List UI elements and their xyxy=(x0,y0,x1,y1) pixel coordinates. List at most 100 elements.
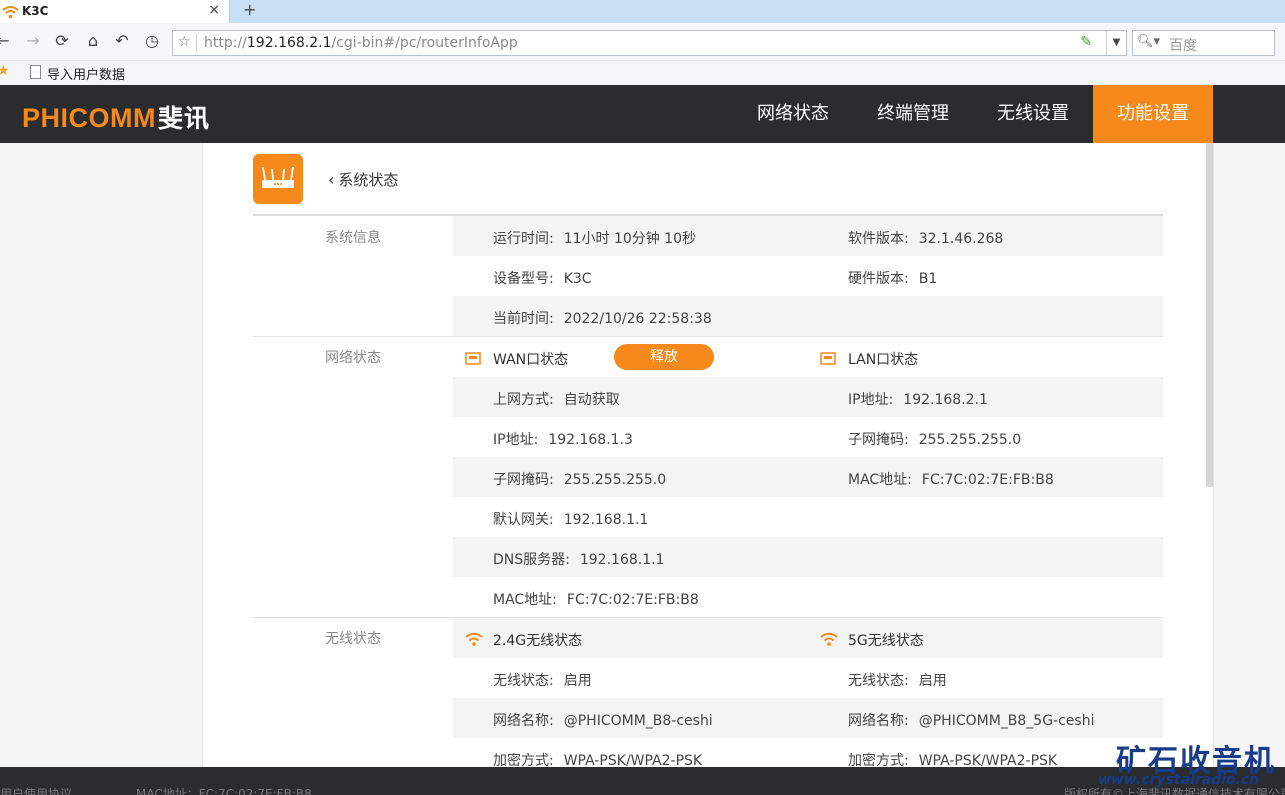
back-arrow-icon[interactable]: ← xyxy=(0,32,12,50)
w5-ssid-field: 网络名称: @PHICOMM_B8_5G-ceshi xyxy=(848,710,1094,730)
bookmark-star-icon[interactable]: ☆ xyxy=(178,34,191,50)
w5-state-value: 启用 xyxy=(918,673,947,689)
w5-state-label: 无线状态: xyxy=(848,673,909,689)
lan-ip-field: IP地址: 192.168.2.1 xyxy=(848,389,988,409)
time-label: 当前时间: xyxy=(493,311,554,327)
scrollbar-thumb[interactable] xyxy=(1206,143,1213,487)
model-value: K3C xyxy=(563,271,592,287)
footer-mac: MAC地址：FC:7C:02:7E:FB:B8 xyxy=(136,787,312,795)
menu-function-settings[interactable]: 功能设置 xyxy=(1093,85,1213,143)
menu-network-status[interactable]: 网络状态 xyxy=(733,85,853,143)
w24-state-field: 无线状态: 启用 xyxy=(493,670,592,690)
wifi-24g-title: 2.4G无线状态 xyxy=(493,633,583,649)
lan-mask-value: 255.255.255.0 xyxy=(918,432,1022,448)
lan-mac-label: MAC地址: xyxy=(848,472,912,488)
info-row: MAC地址: FC:7C:02:7E:FB:B8 xyxy=(453,577,1163,617)
logo-en: PHICOMM xyxy=(22,103,156,133)
new-tab-button[interactable]: + xyxy=(243,0,256,19)
wan-dns-field: DNS服务器: 192.168.1.1 xyxy=(493,549,664,569)
document-icon xyxy=(30,65,41,79)
search-box[interactable]: 🔍︎▾ 百度 xyxy=(1132,30,1275,56)
w5-state-field: 无线状态: 启用 xyxy=(848,670,947,690)
router-header: PHICOMM斐讯 网络状态 终端管理 无线设置 功能设置 xyxy=(0,85,1285,143)
wan-mask-label: 子网掩码: xyxy=(493,472,554,488)
phicomm-logo: PHICOMM斐讯 xyxy=(22,99,210,135)
url-path: /cgi-bin#/pc/routerInfoApp xyxy=(331,35,518,51)
tab-close-icon[interactable]: × xyxy=(208,2,220,18)
menu-device-management[interactable]: 终端管理 xyxy=(853,85,973,143)
w5-ssid-value: @PHICOMM_B8_5G-ceshi xyxy=(918,713,1095,729)
section-label-wireless: 无线状态 xyxy=(325,631,381,647)
wan-mac-value: FC:7C:02:7E:FB:B8 xyxy=(566,592,699,608)
address-separator xyxy=(196,34,197,52)
wan-mode-value: 自动获取 xyxy=(563,392,620,408)
section-label-network: 网络状态 xyxy=(325,350,381,366)
back-label: 系统状态 xyxy=(338,171,399,189)
right-gutter xyxy=(1213,143,1285,767)
favorites-star-icon[interactable]: ★ xyxy=(0,63,10,79)
address-url[interactable]: http://192.168.2.1/cgi-bin#/pc/routerInf… xyxy=(204,35,518,51)
tab-favicon-wifi-icon xyxy=(2,4,19,23)
url-host: 192.168.2.1 xyxy=(246,35,332,51)
lan-status-title: LAN口状态 xyxy=(848,352,919,368)
browser-tab-bar: K3C × + xyxy=(0,0,1285,23)
uptime-value: 11小时 10分钟 10秒 xyxy=(563,231,697,247)
search-placeholder: 百度 xyxy=(1169,38,1197,54)
router-app-icon xyxy=(253,154,303,204)
network-header-row: WAN口状态 释放 LAN口状态 xyxy=(453,337,1163,377)
info-row: 运行时间: 11小时 10分钟 10秒 软件版本: 32.1.46.268 xyxy=(453,216,1163,256)
menu-wireless-settings[interactable]: 无线设置 xyxy=(973,85,1093,143)
undo-icon[interactable]: ↶ xyxy=(113,32,131,50)
tab-title: K3C xyxy=(22,4,49,18)
page-body: ‹ 系统状态 系统信息 运行时间: 11小时 10分钟 10秒 软件版本: 32.1.… xyxy=(0,143,1285,769)
lan-port-icon xyxy=(820,350,836,369)
wan-mode-field: 上网方式: 自动获取 xyxy=(493,389,620,409)
logo-cn: 斐讯 xyxy=(158,105,211,133)
wifi-5g-icon xyxy=(820,631,838,650)
home-icon[interactable]: ⌂ xyxy=(84,32,102,50)
w24-state-value: 启用 xyxy=(563,673,592,689)
hw-value: B1 xyxy=(918,271,938,287)
wan-ip-field: IP地址: 192.168.1.3 xyxy=(493,429,633,449)
time-value: 2022/10/26 22:58:38 xyxy=(563,311,712,327)
wan-dns-value: 192.168.1.1 xyxy=(579,552,665,568)
chevron-left-icon: ‹ xyxy=(328,170,335,189)
release-button[interactable]: 释放 xyxy=(614,344,714,370)
wan-mac-label: MAC地址: xyxy=(493,592,557,608)
forward-arrow-icon[interactable]: → xyxy=(24,32,42,50)
w24-state-label: 无线状态: xyxy=(493,673,554,689)
history-clock-icon[interactable]: ◷ xyxy=(143,32,161,50)
url-prefix: http:// xyxy=(204,35,247,51)
back-to-system-status[interactable]: ‹ 系统状态 xyxy=(328,169,398,190)
lan-mask-label: 子网掩码: xyxy=(848,432,909,448)
current-time-field: 当前时间: 2022/10/26 22:58:38 xyxy=(493,308,712,328)
wan-port-icon xyxy=(465,350,481,369)
w24-ssid-value: @PHICOMM_B8-ceshi xyxy=(563,713,713,729)
address-dropdown-icon[interactable]: ▼ xyxy=(1106,31,1126,55)
browser-nav-bar: ← → ⟳ ⌂ ↶ ◷ ☆ http://192.168.2.1/cgi-bin… xyxy=(0,23,1285,61)
search-icon[interactable]: 🔍︎▾ xyxy=(1137,34,1160,49)
wifi-24g-icon xyxy=(465,631,483,650)
model-field: 设备型号: K3C xyxy=(493,268,592,288)
refresh-icon[interactable]: ⟳ xyxy=(53,32,71,50)
wan-ip-value: 192.168.1.3 xyxy=(548,432,633,448)
w24-ssid-label: 网络名称: xyxy=(493,713,554,729)
wireless-header-row: 2.4G无线状态 5G无线状态 xyxy=(453,618,1163,658)
browser-tab[interactable]: K3C × xyxy=(0,0,230,23)
hw-label: 硬件版本: xyxy=(848,271,909,287)
wifi-5g-title: 5G无线状态 xyxy=(848,633,924,649)
software-version-field: 软件版本: 32.1.46.268 xyxy=(848,228,1003,248)
info-row: 默认网关: 192.168.1.1 xyxy=(453,497,1163,537)
lan-mask-field: 子网掩码: 255.255.255.0 xyxy=(848,429,1021,449)
footer-agreement-link[interactable]: 用户使用协议 xyxy=(0,785,72,795)
hardware-version-field: 硬件版本: B1 xyxy=(848,268,937,288)
site-watermark: 矿石收音机 www.crystalradio.cn xyxy=(1088,736,1283,794)
compat-mode-icon[interactable]: ✎ xyxy=(1080,34,1092,50)
bookmark-import-link[interactable]: 导入用户数据 xyxy=(47,64,125,83)
lan-mac-field: MAC地址: FC:7C:02:7E:FB:B8 xyxy=(848,469,1054,489)
wan-ip-label: IP地址: xyxy=(493,432,539,448)
bookmarks-bar: ★ 导入用户数据 xyxy=(0,61,1285,85)
address-bar[interactable]: ☆ http://192.168.2.1/cgi-bin#/pc/routerI… xyxy=(172,30,1127,56)
model-label: 设备型号: xyxy=(493,271,554,287)
wan-gw-value: 192.168.1.1 xyxy=(563,512,649,528)
